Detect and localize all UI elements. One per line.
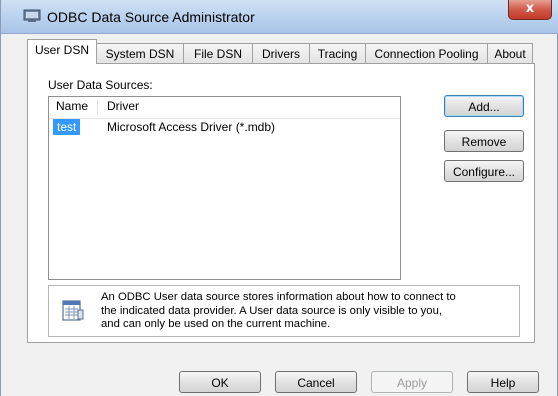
data-source-name-cell[interactable]: test bbox=[53, 119, 81, 135]
close-icon: x bbox=[525, 1, 535, 16]
tab-tracing[interactable]: Tracing bbox=[309, 43, 366, 63]
ok-button[interactable]: OK bbox=[179, 371, 261, 393]
odbc-admin-icon bbox=[23, 9, 41, 22]
column-header-driver[interactable]: Driver bbox=[107, 99, 139, 113]
apply-button[interactable]: Apply bbox=[371, 371, 453, 393]
tab-connection-pooling[interactable]: Connection Pooling bbox=[365, 43, 488, 63]
column-header-name[interactable]: Name bbox=[56, 99, 88, 113]
list-item[interactable]: test Microsoft Access Driver (*.mdb) bbox=[49, 118, 400, 136]
help-button[interactable]: Help bbox=[467, 371, 539, 393]
list-header: Name Driver bbox=[49, 97, 400, 119]
info-box: An ODBC User data source stores informat… bbox=[48, 285, 520, 337]
data-source-driver-cell[interactable]: Microsoft Access Driver (*.mdb) bbox=[107, 120, 275, 134]
tab-user-dsn[interactable]: User DSN bbox=[27, 39, 97, 64]
user-dsn-panel: User Data Sources: Name Driver test Micr… bbox=[27, 63, 535, 343]
close-button[interactable]: x bbox=[508, 0, 552, 20]
tab-file-dsn[interactable]: File DSN bbox=[183, 43, 253, 63]
user-data-sources-list[interactable]: Name Driver test Microsoft Access Driver… bbox=[48, 96, 401, 280]
data-source-info-icon bbox=[62, 300, 84, 321]
dialog-client-area: User DSN System DSN File DSN Drivers Tra… bbox=[19, 34, 543, 396]
odbc-admin-window: ODBC Data Source Administrator x User DS… bbox=[0, 0, 558, 396]
tab-about[interactable]: About bbox=[487, 43, 533, 63]
tab-system-dsn[interactable]: System DSN bbox=[96, 43, 184, 63]
configure-button[interactable]: Configure... bbox=[444, 160, 524, 182]
info-description: An ODBC User data source stores informat… bbox=[101, 291, 456, 330]
user-data-sources-label: User Data Sources: bbox=[48, 78, 153, 92]
add-button[interactable]: Add... bbox=[444, 95, 524, 117]
cancel-button[interactable]: Cancel bbox=[275, 371, 357, 393]
tab-drivers[interactable]: Drivers bbox=[252, 43, 310, 63]
title-bar[interactable]: ODBC Data Source Administrator x bbox=[1, 0, 558, 34]
remove-button[interactable]: Remove bbox=[444, 130, 524, 152]
window-title: ODBC Data Source Administrator bbox=[47, 9, 255, 25]
column-separator[interactable] bbox=[97, 100, 98, 115]
